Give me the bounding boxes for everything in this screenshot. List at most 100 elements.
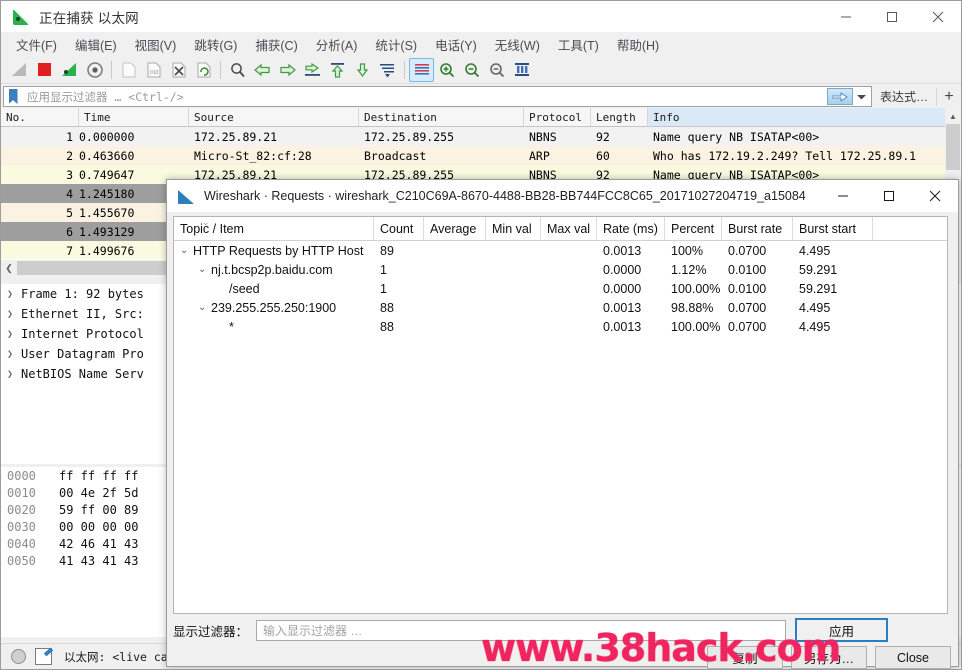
dialog-filter-input[interactable]: 输入显示过滤器 … [256,619,787,641]
menu-item-1[interactable]: 编辑(E) [66,33,126,56]
packet-column-header-no[interactable]: No. [1,108,79,126]
colorize-packets-icon[interactable] [409,57,434,82]
requests-cell-percent: 100% [671,243,703,258]
requests-cell-percent: 100.00% [671,281,721,296]
requests-table-row[interactable]: ⌄ 239.255.255.250:1900 88 0.0013 98.88% 0.070… [174,298,947,317]
bytes-offset: 0050 [7,553,36,568]
packet-column-header-time[interactable]: Time [79,108,189,126]
dialog-title: Wireshark · Requests · wireshark_C210C69… [204,189,806,203]
auto-scroll-icon[interactable] [375,58,400,82]
close-button[interactable] [915,1,961,32]
filter-expression-button[interactable]: 表达式… [872,88,936,105]
packet-cell-protocol: NBNS [529,129,557,144]
menu-item-0[interactable]: 文件(F) [7,33,66,56]
chevron-right-icon[interactable]: ❯ [7,369,21,380]
packet-cell-time: 0.463660 [79,148,135,163]
reload-file-icon[interactable] [191,58,216,82]
minimize-button[interactable] [823,1,869,32]
chevron-down-icon[interactable]: ⌄ [198,264,211,275]
close-file-icon[interactable] [166,58,191,82]
packet-column-header-protocol[interactable]: Protocol [524,108,591,126]
chevron-right-icon[interactable]: ❯ [7,289,21,300]
chevron-down-icon[interactable]: ⌄ [180,245,193,256]
menu-item-9[interactable]: 工具(T) [549,33,608,56]
capture-notes-icon[interactable] [35,648,52,665]
statusbar-text: 以太网: <live ca [64,649,168,664]
packet-column-header-destination[interactable]: Destination [359,108,524,126]
menu-item-8[interactable]: 无线(W) [486,33,549,56]
chevron-down-icon[interactable]: ⌄ [198,302,211,313]
chevron-right-icon[interactable]: ❯ [7,309,21,320]
save-as-button[interactable]: 另存为… [791,646,867,669]
menu-item-2[interactable]: 视图(V) [126,33,186,56]
maximize-button[interactable] [869,1,915,32]
detail-row-label: Frame 1: 92 bytes [21,287,144,301]
requests-column-header-minval[interactable]: Min val [486,217,541,240]
zoom-out-icon[interactable] [459,58,484,82]
scroll-up-icon[interactable]: ▲ [945,108,961,124]
requests-cell-burst_rate: 0.0700 [728,319,767,334]
display-filter-input[interactable]: 应用显示过滤器 … <Ctrl-/> [3,86,872,107]
packet-cell-source: 172.25.89.21 [194,129,278,144]
copy-button[interactable]: 复制 [707,646,783,669]
requests-table-row[interactable]: * 88 0.0013 100.00% 0.0700 4.495 [174,317,947,336]
menu-item-6[interactable]: 统计(S) [366,33,426,56]
resize-columns-icon[interactable] [509,58,534,82]
stop-capture-icon[interactable] [32,58,57,82]
dialog-close-button[interactable] [912,180,958,212]
close-button[interactable]: Close [875,646,951,669]
restart-capture-icon[interactable] [57,58,82,82]
go-to-first-icon[interactable] [325,58,350,82]
menu-item-10[interactable]: 帮助(H) [608,33,668,56]
bytes-hex: 00 00 00 00 [59,519,139,534]
dialog-filter-row: 显示过滤器： 输入显示过滤器 … 应用 [173,618,954,642]
requests-column-header-average[interactable]: Average [424,217,486,240]
requests-column-header-burstrate[interactable]: Burst rate [722,217,793,240]
requests-column-header-maxval[interactable]: Max val [541,217,597,240]
chevron-down-icon[interactable] [854,87,870,106]
menu-item-3[interactable]: 跳转(G) [185,33,246,56]
http-requests-dialog: Wireshark · Requests · wireshark_C210C69… [166,179,959,669]
menu-item-5[interactable]: 分析(A) [307,33,367,56]
requests-table-row[interactable]: ⌄ HTTP Requests by HTTP Host 89 0.0013 100% 0… [174,241,947,260]
start-capture-icon[interactable] [7,58,32,82]
capture-options-icon[interactable] [82,58,107,82]
go-to-packet-icon[interactable] [300,58,325,82]
detail-row-label: User Datagram Pro [21,347,144,361]
requests-column-header-ratems[interactable]: Rate (ms) [597,217,665,240]
arrow-right-icon[interactable] [826,88,853,105]
zoom-in-icon[interactable] [434,58,459,82]
add-filter-button[interactable]: + [936,87,961,106]
requests-cell-burst_rate: 0.0700 [728,243,767,258]
dialog-maximize-button[interactable] [866,180,912,212]
apply-button[interactable]: 应用 [795,618,889,642]
go-back-icon[interactable] [250,58,275,82]
zoom-reset-icon[interactable] [484,58,509,82]
packet-row[interactable]: 1 0.000000 172.25.89.21 172.25.89.255 NBNS 92… [1,127,961,146]
menu-item-7[interactable]: 电话(Y) [426,33,486,56]
vscroll-thumb[interactable] [946,124,960,170]
capture-status-icon[interactable] [11,649,26,664]
toolbar-separator [111,60,112,79]
chevron-right-icon[interactable]: ❯ [7,329,21,340]
packet-column-header-info[interactable]: Info [648,108,948,126]
packet-row[interactable]: 2 0.463660 Micro-St_82:cf:28 Broadcast ARP 60… [1,146,961,165]
requests-table-row[interactable]: /seed 1 0.0000 100.00% 0.0100 59.291 [174,279,947,298]
chevron-right-icon[interactable]: ❯ [7,349,21,360]
requests-column-header-count[interactable]: Count [374,217,424,240]
requests-column-header-percent[interactable]: Percent [665,217,722,240]
wireshark-shark-fin-icon [13,8,31,26]
go-forward-icon[interactable] [275,58,300,82]
find-packet-icon[interactable] [225,58,250,82]
go-to-last-icon[interactable] [350,58,375,82]
packet-column-header-length[interactable]: Length [591,108,648,126]
scroll-left-icon[interactable]: ❮ [1,260,17,276]
menu-item-4[interactable]: 捕获(C) [246,33,306,56]
requests-table-row[interactable]: ⌄ nj.t.bcsp2p.baidu.com 1 0.0000 1.12% 0.0100… [174,260,947,279]
save-file-icon[interactable]: 010 [141,58,166,82]
requests-column-header-burststart[interactable]: Burst start [793,217,873,240]
dialog-minimize-button[interactable] [820,180,866,212]
packet-column-header-source[interactable]: Source [189,108,359,126]
bookmark-icon[interactable] [5,87,21,106]
open-file-icon[interactable] [116,58,141,82]
